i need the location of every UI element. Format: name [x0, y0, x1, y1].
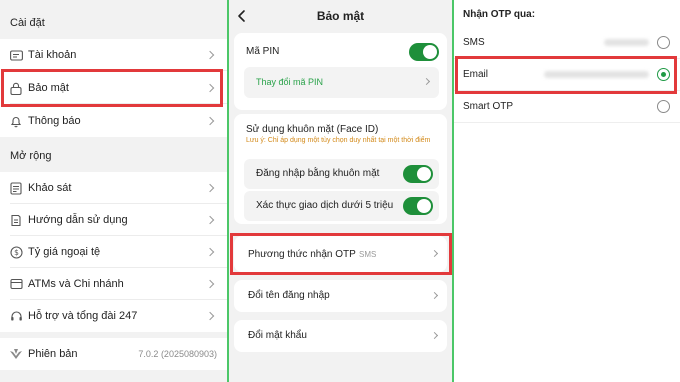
change-pin-link: Thay đổi mã PIN [256, 77, 324, 87]
version-label: Phiên bản [28, 348, 78, 360]
chevron-right-icon [430, 291, 439, 300]
chevron-right-icon [430, 331, 439, 340]
guide-icon [9, 213, 23, 227]
menu-item-label: Thông báo [28, 115, 81, 127]
radio-button[interactable] [657, 36, 670, 49]
nav-bar: Bảo mật [229, 0, 452, 32]
divider [454, 122, 680, 123]
rename-login-row[interactable]: Đổi tên đăng nhập [234, 280, 447, 312]
lock-icon [9, 81, 23, 95]
menu-item-security[interactable]: Bảo mật [0, 72, 227, 104]
otp-option-label: Smart OTP [463, 101, 514, 112]
menu-item-user-guide[interactable]: Hướng dẫn sử dụng [0, 204, 227, 236]
face-tx-toggle[interactable] [403, 197, 433, 215]
version-value: 7.0.2 (2025080903) [138, 349, 217, 359]
face-id-card: Sử dụng khuôn mặt (Face ID) Lưu ý: Chỉ á… [234, 114, 447, 224]
version-row: Phiên bản 7.0.2 (2025080903) [0, 338, 227, 370]
otp-option-email[interactable]: Email [454, 59, 680, 91]
security-panel: Bảo mật Mã PIN Thay đổi mã PIN Sử dụng k… [229, 0, 452, 382]
otp-method-label: Phương thức nhận OTP [248, 249, 356, 260]
settings-section-title: Cài đặt [10, 17, 45, 29]
chevron-right-icon [205, 50, 215, 60]
face-login-toggle[interactable] [403, 165, 433, 183]
masked-value [544, 71, 649, 78]
headset-icon [9, 309, 23, 323]
brand-logo-icon [9, 347, 23, 361]
chevron-right-icon [205, 247, 215, 257]
menu-item-survey[interactable]: Khảo sát [0, 172, 227, 204]
face-tx-label: Xác thực giao dịch dưới 5 triệu [256, 200, 394, 211]
chevron-right-icon [205, 183, 215, 193]
chevron-right-icon [205, 116, 215, 126]
menu-item-label: Hỗ trợ và tổng đài 247 [28, 310, 138, 322]
divider [10, 70, 227, 71]
menu-item-label: Hướng dẫn sử dụng [28, 214, 128, 226]
menu-item-exchange-rate[interactable]: $ Tỷ giá ngoại tệ [0, 236, 227, 268]
change-pin-row[interactable]: Thay đổi mã PIN [244, 67, 439, 98]
chevron-right-icon [205, 279, 215, 289]
survey-icon [9, 181, 23, 195]
pin-toggle[interactable] [409, 43, 439, 61]
radio-button-selected[interactable] [657, 68, 670, 81]
menu-item-label: ATMs và Chi nhánh [28, 278, 124, 290]
chevron-right-icon [422, 77, 431, 86]
chevron-right-icon [205, 215, 215, 225]
otp-option-label: SMS [463, 37, 485, 48]
svg-text:$: $ [14, 248, 19, 257]
change-password-row[interactable]: Đổi mật khẩu [234, 320, 447, 352]
bell-icon [9, 114, 23, 128]
settings-group: Tài khoản Bảo mật Thông báo [0, 39, 227, 137]
settings-menu-panel: Cài đặt Tài khoản Bảo mật Thông báo Mở r… [0, 0, 227, 382]
menu-item-label: Tỷ giá ngoại tệ [28, 246, 101, 258]
menu-item-support[interactable]: Hỗ trợ và tổng đài 247 [0, 300, 227, 332]
rename-login-label: Đổi tên đăng nhập [248, 290, 330, 301]
face-id-label: Sử dụng khuôn mặt (Face ID) [246, 124, 379, 135]
face-tx-row: Xác thực giao dịch dưới 5 triệu [244, 191, 439, 221]
face-login-row: Đăng nhập bằng khuôn mặt [244, 159, 439, 189]
otp-options-panel: Nhận OTP qua: SMS Email Smart OTP [454, 0, 680, 382]
menu-item-label: Khảo sát [28, 182, 72, 194]
otp-option-smart-otp[interactable]: Smart OTP [454, 91, 680, 123]
otp-method-value: SMS [359, 250, 377, 259]
menu-item-atm-branches[interactable]: ATMs và Chi nhánh [0, 268, 227, 300]
pin-card: Mã PIN Thay đổi mã PIN [234, 33, 447, 110]
otp-option-sms[interactable]: SMS [454, 27, 680, 59]
version-group: Phiên bản 7.0.2 (2025080903) [0, 338, 227, 370]
otp-title: Nhận OTP qua: [463, 9, 536, 20]
change-password-label: Đổi mật khẩu [248, 330, 307, 341]
chevron-right-icon [205, 311, 215, 321]
face-login-label: Đăng nhập bằng khuôn mặt [256, 168, 380, 179]
masked-value [604, 39, 649, 46]
currency-icon: $ [9, 245, 23, 259]
pin-label: Mã PIN [246, 46, 280, 57]
expand-section-title: Mở rộng [10, 150, 52, 162]
divider [10, 103, 227, 104]
chevron-right-icon [430, 249, 439, 258]
menu-item-label: Tài khoản [28, 49, 77, 61]
menu-item-label: Bảo mật [28, 82, 69, 94]
chevron-right-icon [205, 83, 215, 93]
menu-item-account[interactable]: Tài khoản [0, 39, 227, 71]
expand-group: Khảo sát Hướng dẫn sử dụng $ Tỷ giá ngoạ… [0, 172, 227, 332]
atm-icon [9, 277, 23, 291]
otp-method-row[interactable]: Phương thức nhận OTP SMS [234, 236, 447, 272]
menu-item-notifications[interactable]: Thông báo [0, 105, 227, 137]
otp-option-label: Email [463, 69, 489, 80]
face-id-note: Lưu ý: Chỉ áp dụng một tùy chọn duy nhất… [246, 137, 431, 144]
page-title: Bảo mật [316, 9, 365, 23]
radio-button[interactable] [657, 100, 670, 113]
id-card-icon [9, 48, 23, 62]
